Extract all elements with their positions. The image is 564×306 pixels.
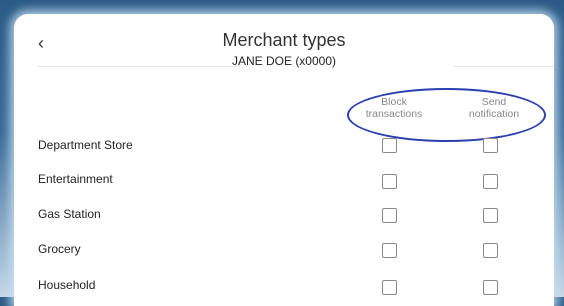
block-checkbox-grocery[interactable] <box>382 243 397 258</box>
block-checkbox-household[interactable] <box>382 280 397 295</box>
send-checkbox-entertainment[interactable] <box>483 174 498 189</box>
row-label-entertainment: Entertainment <box>38 172 113 186</box>
send-checkbox-gas-station[interactable] <box>483 208 498 223</box>
send-checkbox-household[interactable] <box>483 280 498 295</box>
send-header-line-2: notification <box>468 108 520 120</box>
send-checkbox-department-store[interactable] <box>483 138 498 153</box>
block-checkbox-department-store[interactable] <box>382 138 397 153</box>
row-label-household: Household <box>38 278 96 292</box>
send-header-line-1: Send <box>481 96 507 108</box>
block-checkbox-entertainment[interactable] <box>382 174 397 189</box>
page-title: Merchant types <box>222 30 346 50</box>
block-header-line-2: transactions <box>365 108 423 120</box>
block-header-line-1: Block <box>381 96 407 108</box>
column-header-block-transactions: Block transactions <box>354 96 434 120</box>
row-label-department-store: Department Store <box>38 138 133 152</box>
header-divider-right <box>454 66 554 67</box>
send-checkbox-grocery[interactable] <box>483 243 498 258</box>
block-checkbox-gas-station[interactable] <box>382 208 397 223</box>
row-label-gas-station: Gas Station <box>38 207 101 221</box>
header-divider-left <box>38 66 238 67</box>
merchant-types-panel: ‹ Merchant types JANE DOE (x0000) Block … <box>14 14 554 306</box>
column-header-send-notification: Send notification <box>459 96 529 120</box>
row-label-grocery: Grocery <box>38 242 81 256</box>
